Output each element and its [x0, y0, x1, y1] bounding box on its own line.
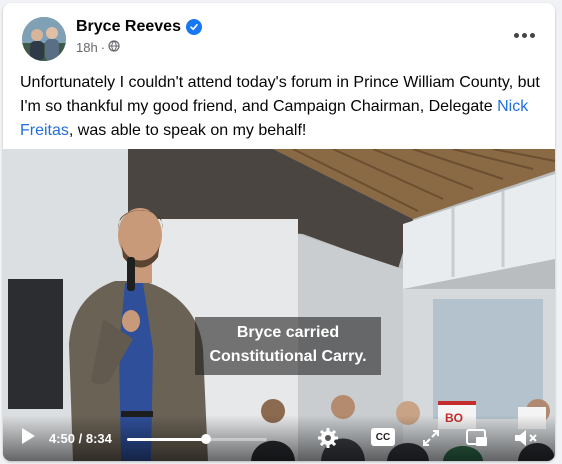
meta-separator: ·: [100, 40, 106, 55]
more-options-icon[interactable]: [509, 23, 539, 47]
post-text-before: Unfortunately I couldn't attend today's …: [20, 74, 540, 115]
post-header: Bryce Reeves 18h ·: [19, 15, 539, 63]
post-card: Bryce Reeves 18h · Unfortunately I could…: [3, 3, 555, 461]
video-controls: 4:50 / 8:34 CC: [3, 415, 555, 461]
author-avatar[interactable]: [22, 17, 66, 61]
fullscreen-expand-icon[interactable]: [421, 428, 441, 453]
post-text-after: , was able to speak on my behalf!: [68, 122, 307, 139]
progress-bar[interactable]: [127, 434, 267, 444]
closed-captions-icon[interactable]: CC: [371, 428, 395, 446]
settings-gear-icon[interactable]: [317, 427, 339, 454]
post-meta: 18h ·: [76, 40, 120, 55]
video-player[interactable]: BO Bryce carried Constitutional Carry. 4…: [3, 149, 555, 461]
globe-icon: [108, 40, 120, 55]
mute-icon[interactable]: [513, 427, 539, 454]
play-icon[interactable]: [18, 426, 38, 451]
author-name-row: Bryce Reeves: [76, 18, 202, 36]
video-caption: Bryce carried Constitutional Carry.: [195, 317, 381, 375]
caption-line-1: Bryce carried: [236, 324, 340, 341]
post-text: Unfortunately I couldn't attend today's …: [20, 71, 540, 143]
verified-badge-icon: [185, 19, 202, 35]
time-display: 4:50 / 8:34: [49, 431, 112, 446]
progress-handle[interactable]: [200, 434, 211, 444]
author-name[interactable]: Bryce Reeves: [76, 18, 181, 36]
post-timestamp[interactable]: 18h: [76, 40, 98, 55]
picture-in-picture-icon[interactable]: [465, 427, 489, 454]
cc-label: CC: [375, 431, 391, 443]
progress-fill: [127, 438, 206, 441]
caption-line-2: Constitutional Carry.: [209, 348, 367, 365]
